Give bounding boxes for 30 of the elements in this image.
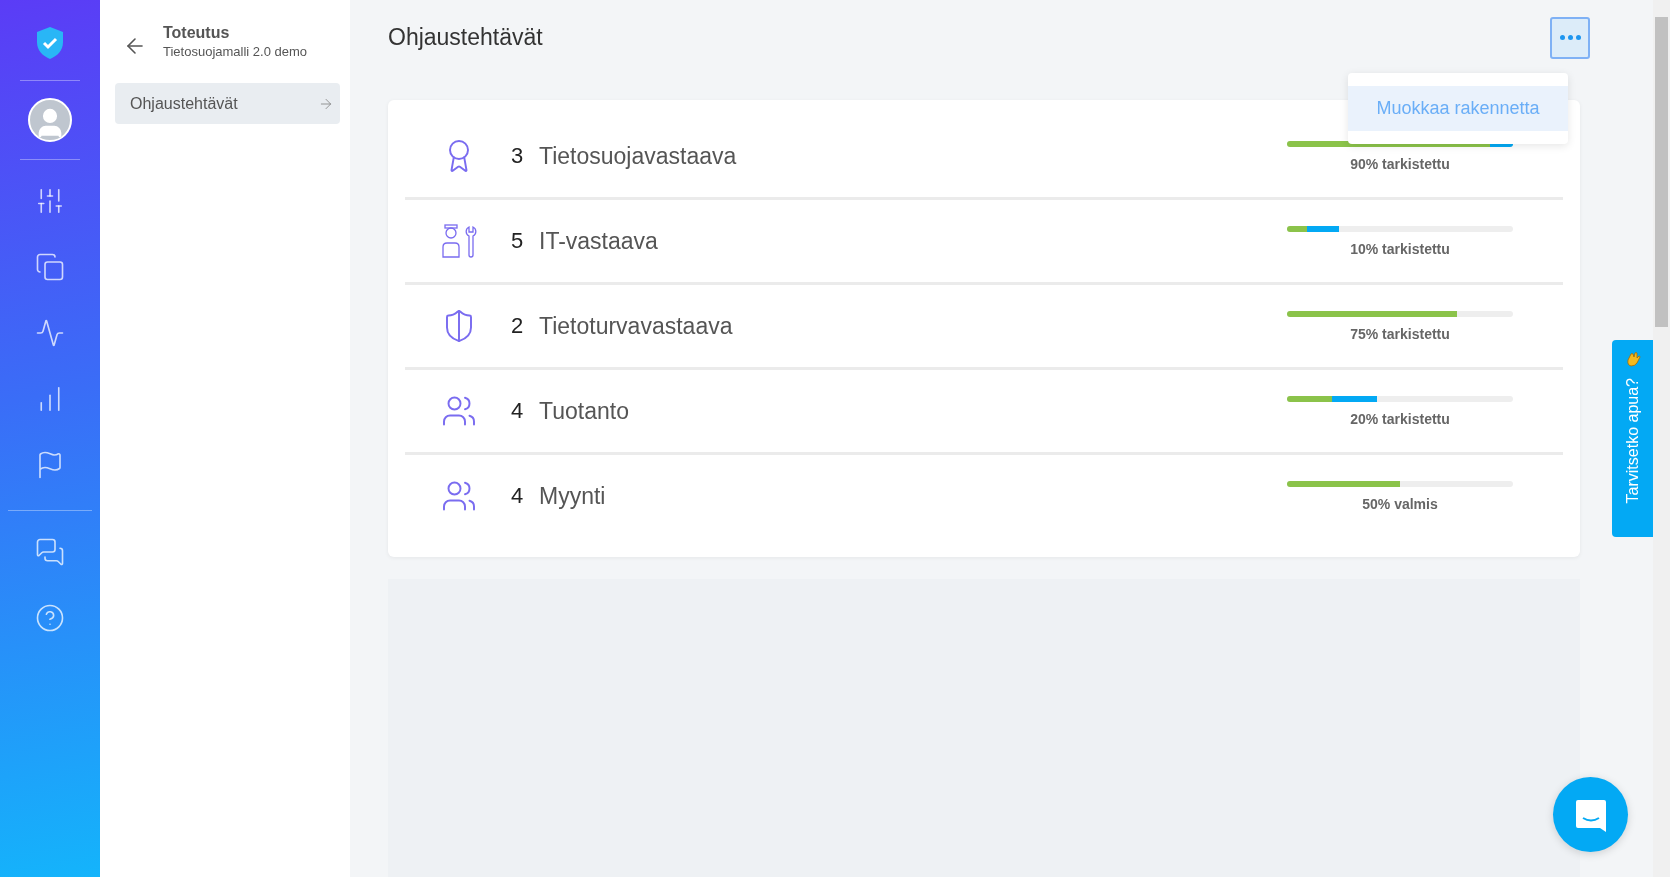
role-name[interactable]: Myynti: [539, 482, 1287, 510]
section-subtitle: Tietosuojamalli 2.0 demo: [163, 44, 308, 59]
task-count: 4: [511, 398, 525, 424]
task-count: 4: [511, 483, 525, 509]
task-count: 3: [511, 143, 525, 169]
role-name[interactable]: Tietoturvavastaava: [539, 312, 1287, 340]
role-name[interactable]: Tietosuojavastaava: [539, 142, 1287, 170]
progress-label: 90% tarkistettu: [1350, 155, 1450, 172]
progress-label: 10% tarkistettu: [1350, 240, 1450, 257]
page-title: Ohjaustehtävät: [388, 24, 543, 51]
scrollbar[interactable]: [1653, 0, 1670, 877]
stacked-windows-icon[interactable]: [35, 252, 65, 282]
progress-label: 50% valmis: [1362, 495, 1438, 512]
role-name[interactable]: Tuotanto: [539, 397, 1287, 425]
sliders-icon[interactable]: [35, 186, 65, 216]
avatar[interactable]: [28, 98, 72, 142]
section-title: Toteutus: [163, 24, 231, 42]
pulse-icon[interactable]: [35, 318, 65, 348]
nav-item[interactable]: Ohjaustehtävät: [115, 83, 340, 124]
task-count: 5: [511, 228, 525, 254]
progress-label: 75% tarkistettu: [1350, 325, 1450, 342]
more-button[interactable]: [1550, 16, 1590, 59]
help-icon[interactable]: [35, 603, 65, 633]
task-count: 2: [511, 313, 525, 339]
progress-label: 20% tarkistettu: [1350, 410, 1450, 427]
worker-wrench-icon: [441, 223, 479, 259]
role-name[interactable]: IT-vastaava: [539, 227, 1287, 255]
shield-check-logo: [35, 26, 65, 60]
chat-icon[interactable]: [35, 537, 65, 567]
chat-icon: [1573, 797, 1608, 832]
